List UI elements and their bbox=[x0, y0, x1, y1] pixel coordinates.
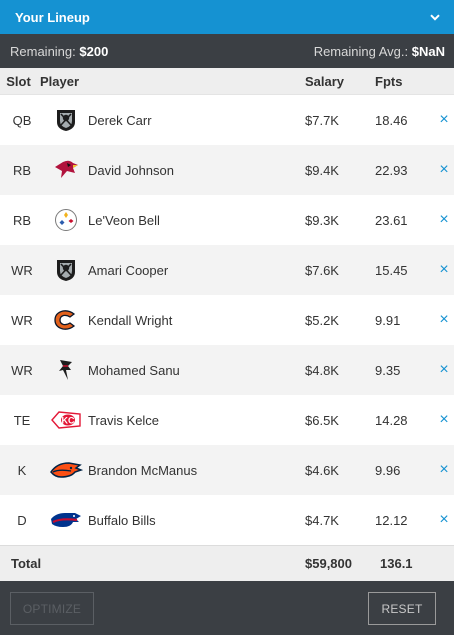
salary-cell: $7.6K bbox=[305, 262, 339, 278]
salary-cell: $9.4K bbox=[305, 162, 339, 178]
falcons-logo-icon bbox=[44, 358, 87, 382]
remove-player-button[interactable]: × bbox=[434, 311, 454, 329]
fpts-cell: 12.12 bbox=[375, 512, 408, 528]
optimize-button[interactable]: OPTIMIZE bbox=[10, 592, 94, 625]
salary-cell: $5.2K bbox=[305, 312, 339, 328]
table-row: WR Amari Cooper $7.6K 15.45 × bbox=[0, 245, 454, 295]
table-row: WR Kendall Wright $5.2K 9.91 × bbox=[0, 295, 454, 345]
chiefs-logo-icon: KC bbox=[44, 410, 87, 430]
remaining-label: Remaining: bbox=[10, 43, 76, 59]
total-row: Total $59,800 136.1 bbox=[0, 545, 454, 581]
reset-button[interactable]: RESET bbox=[368, 592, 436, 625]
raiders-logo-icon bbox=[44, 107, 87, 133]
slot-cell: WR bbox=[11, 262, 33, 278]
slot-cell: TE bbox=[13, 412, 31, 428]
remove-player-button[interactable]: × bbox=[434, 461, 454, 479]
player-name: Buffalo Bills bbox=[88, 512, 156, 528]
player-name: Kendall Wright bbox=[88, 312, 173, 328]
player-name: Le'Veon Bell bbox=[88, 212, 160, 228]
slot-cell: WR bbox=[11, 362, 33, 378]
player-name: Derek Carr bbox=[88, 112, 152, 128]
fpts-cell: 23.61 bbox=[375, 212, 408, 228]
fpts-cell: 15.45 bbox=[375, 262, 408, 278]
table-row: RB David Johnson $9.4K 22.93 × bbox=[0, 145, 454, 195]
remaining-average: Remaining Avg.: $NaN bbox=[314, 44, 445, 59]
slot-cell: RB bbox=[12, 162, 32, 178]
remove-player-button[interactable]: × bbox=[434, 111, 454, 129]
fpts-cell: 14.28 bbox=[375, 412, 408, 428]
lineup-rows: QB Derek Carr $7.7K 18.46 × RB David Joh… bbox=[0, 95, 454, 545]
slot-cell: D bbox=[17, 512, 27, 528]
table-row: D Buffalo Bills $4.7K 12.12 × bbox=[0, 495, 454, 545]
slot-cell: QB bbox=[12, 112, 32, 128]
remaining-value: $200 bbox=[79, 43, 109, 59]
fpts-cell: 9.91 bbox=[375, 312, 401, 328]
table-row: K Brandon McManus $4.6K 9.96 × bbox=[0, 445, 454, 495]
slot-cell: RB bbox=[12, 212, 32, 228]
broncos-logo-icon bbox=[44, 460, 87, 480]
player-name: David Johnson bbox=[88, 162, 174, 178]
salary-cell: $4.6K bbox=[305, 462, 339, 478]
lineup-footer: OPTIMIZE RESET bbox=[0, 581, 454, 635]
cardinals-logo-icon bbox=[44, 159, 87, 181]
remaining-avg-value: $NaN bbox=[411, 43, 445, 59]
lineup-title: Your Lineup bbox=[15, 9, 90, 25]
remove-player-button[interactable]: × bbox=[434, 161, 454, 179]
total-label: Total bbox=[11, 556, 42, 571]
slot-cell: WR bbox=[11, 312, 33, 328]
column-header-player: Player bbox=[40, 73, 80, 89]
remaining-bar: Remaining: $200 Remaining Avg.: $NaN bbox=[0, 34, 454, 68]
lineup-header[interactable]: Your Lineup bbox=[0, 0, 454, 34]
fpts-cell: 9.96 bbox=[375, 462, 401, 478]
player-name: Travis Kelce bbox=[88, 412, 160, 428]
fpts-cell: 22.93 bbox=[375, 162, 408, 178]
fpts-cell: 9.35 bbox=[375, 362, 401, 378]
raiders-logo-icon bbox=[44, 257, 87, 283]
column-header-fpts: Fpts bbox=[375, 73, 403, 89]
table-row: RB Le'Veon Bell $9.3K 23.61 × bbox=[0, 195, 454, 245]
salary-cell: $4.8K bbox=[305, 362, 339, 378]
total-salary: $59,800 bbox=[305, 556, 352, 571]
remove-player-button[interactable]: × bbox=[434, 511, 454, 529]
remove-player-button[interactable]: × bbox=[434, 261, 454, 279]
bears-logo-icon bbox=[44, 309, 87, 331]
slot-cell: K bbox=[17, 462, 27, 478]
column-headers: Slot Player Salary Fpts bbox=[0, 68, 454, 95]
bills-logo-icon bbox=[44, 510, 87, 530]
table-row: QB Derek Carr $7.7K 18.46 × bbox=[0, 95, 454, 145]
salary-cell: $9.3K bbox=[305, 212, 339, 228]
remove-player-button[interactable]: × bbox=[434, 411, 454, 429]
fpts-cell: 18.46 bbox=[375, 112, 408, 128]
remove-player-button[interactable]: × bbox=[434, 211, 454, 229]
total-fpts: 136.1 bbox=[380, 556, 413, 571]
table-row: TE KC Travis Kelce $6.5K 14.28 × bbox=[0, 395, 454, 445]
player-name: Mohamed Sanu bbox=[88, 362, 180, 378]
salary-cell: $4.7K bbox=[305, 512, 339, 528]
steelers-logo-icon bbox=[44, 208, 87, 232]
column-header-slot: Slot bbox=[6, 73, 31, 89]
column-header-salary: Salary bbox=[305, 73, 345, 89]
player-name: Brandon McManus bbox=[88, 462, 198, 478]
svg-text:KC: KC bbox=[61, 416, 74, 426]
table-row: WR Mohamed Sanu $4.8K 9.35 × bbox=[0, 345, 454, 395]
salary-cell: $7.7K bbox=[305, 112, 339, 128]
remaining-avg-label: Remaining Avg.: bbox=[313, 43, 409, 59]
player-name: Amari Cooper bbox=[88, 262, 169, 278]
salary-cell: $6.5K bbox=[305, 412, 339, 428]
remove-player-button[interactable]: × bbox=[434, 361, 454, 379]
remaining-budget: Remaining: $200 bbox=[10, 44, 108, 59]
chevron-down-icon[interactable] bbox=[430, 13, 440, 21]
